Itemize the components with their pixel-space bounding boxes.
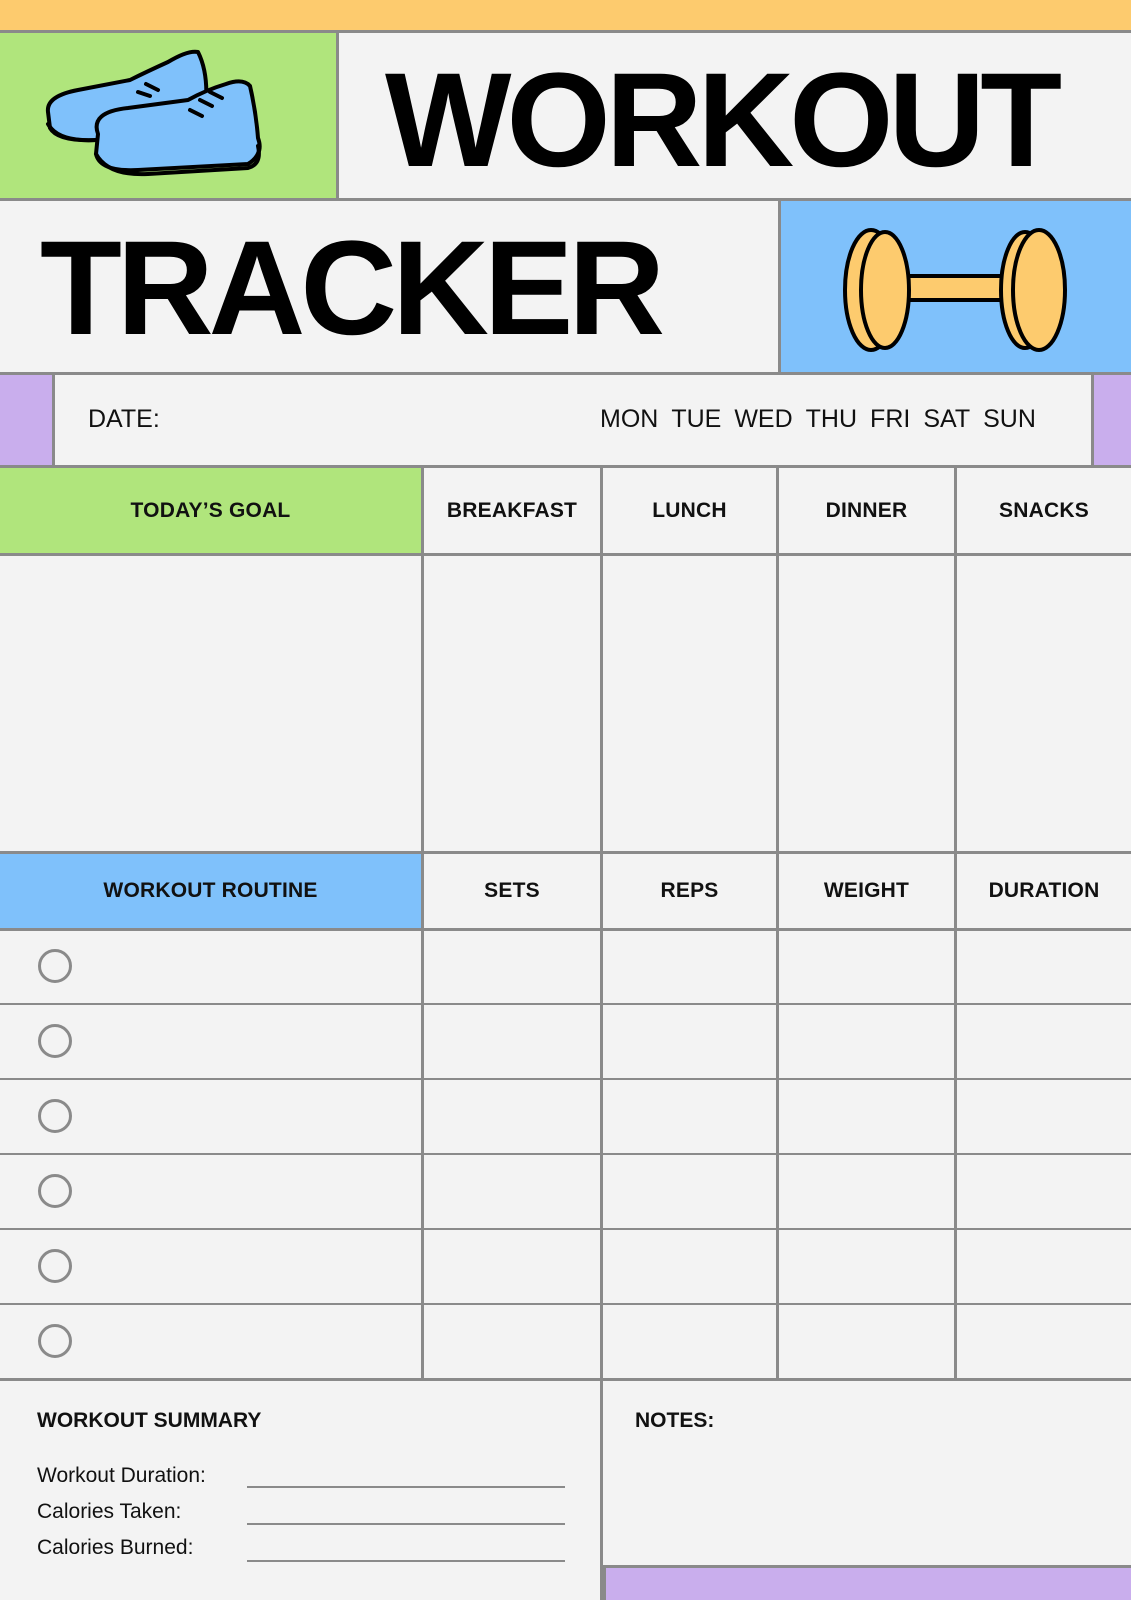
workout-routine-header: WORKOUT ROUTINE — [0, 854, 421, 928]
date-right-accent — [1094, 375, 1131, 465]
divider — [1091, 375, 1094, 465]
checkbox-circle-icon[interactable] — [38, 1024, 72, 1058]
divider — [0, 372, 1131, 375]
checkbox-circle-icon[interactable] — [38, 1099, 72, 1133]
breakfast-header: BREAKFAST — [446, 498, 578, 522]
sets-header: SETS — [484, 879, 540, 902]
checkbox-circle-icon[interactable] — [38, 1174, 72, 1208]
title-line-2: TRACKER — [40, 214, 665, 363]
calories-taken-field[interactable] — [247, 1523, 565, 1525]
weight-header: WEIGHT — [823, 879, 910, 902]
day-sat[interactable]: SAT — [923, 405, 970, 434]
lunch-cell[interactable] — [603, 556, 776, 851]
breakfast-cell[interactable] — [424, 556, 600, 851]
top-band — [0, 0, 1131, 31]
day-sun[interactable]: SUN — [983, 405, 1036, 434]
day-selector: MON TUE WED THU FRI SAT SUN — [600, 405, 1036, 434]
reps-header: REPS — [660, 879, 719, 902]
notes-label: NOTES: — [635, 1409, 715, 1432]
day-mon[interactable]: MON — [600, 405, 658, 434]
todays-goal-cell[interactable] — [0, 556, 421, 851]
table-row — [0, 1305, 1131, 1378]
day-fri[interactable]: FRI — [870, 405, 910, 434]
checkbox-circle-icon[interactable] — [38, 1249, 72, 1283]
workout-duration-label: Workout Duration: — [37, 1464, 206, 1487]
checkbox-circle-icon[interactable] — [38, 949, 72, 983]
calories-taken-label: Calories Taken: — [37, 1500, 182, 1523]
todays-goal-header: TODAY’S GOAL — [0, 468, 421, 553]
workout-summary-title: WORKOUT SUMMARY — [37, 1409, 262, 1432]
title-line-1: WORKOUT — [385, 46, 1062, 195]
divider — [336, 31, 339, 199]
lunch-header: LUNCH — [652, 498, 727, 522]
notes-bottom-accent — [603, 1565, 1131, 1600]
table-row — [0, 1230, 1131, 1303]
workout-duration-field[interactable] — [247, 1486, 565, 1488]
snacks-header: SNACKS — [999, 498, 1089, 522]
day-wed[interactable]: WED — [734, 405, 792, 434]
calories-burned-field[interactable] — [247, 1560, 565, 1562]
date-label: DATE: — [88, 405, 160, 433]
calories-burned-label: Calories Burned: — [37, 1536, 194, 1559]
dumbbell-icon — [843, 228, 1067, 352]
sneakers-icon — [45, 49, 262, 177]
checkbox-circle-icon[interactable] — [38, 1324, 72, 1358]
divider — [0, 30, 1131, 33]
divider — [778, 199, 781, 372]
date-left-accent — [0, 375, 52, 465]
notes-area[interactable] — [603, 1440, 1131, 1560]
table-row — [0, 1155, 1131, 1228]
divider — [52, 375, 55, 465]
divider — [0, 1378, 1131, 1381]
day-tue[interactable]: TUE — [671, 405, 721, 434]
table-row — [0, 931, 1131, 1003]
duration-header: DURATION — [988, 879, 1100, 902]
divider — [0, 198, 1131, 201]
day-thu[interactable]: THU — [806, 405, 857, 434]
table-row — [0, 1005, 1131, 1078]
table-row — [0, 1080, 1131, 1153]
dinner-header: DINNER — [825, 498, 908, 522]
snacks-cell[interactable] — [957, 556, 1131, 851]
dinner-cell[interactable] — [780, 556, 953, 851]
